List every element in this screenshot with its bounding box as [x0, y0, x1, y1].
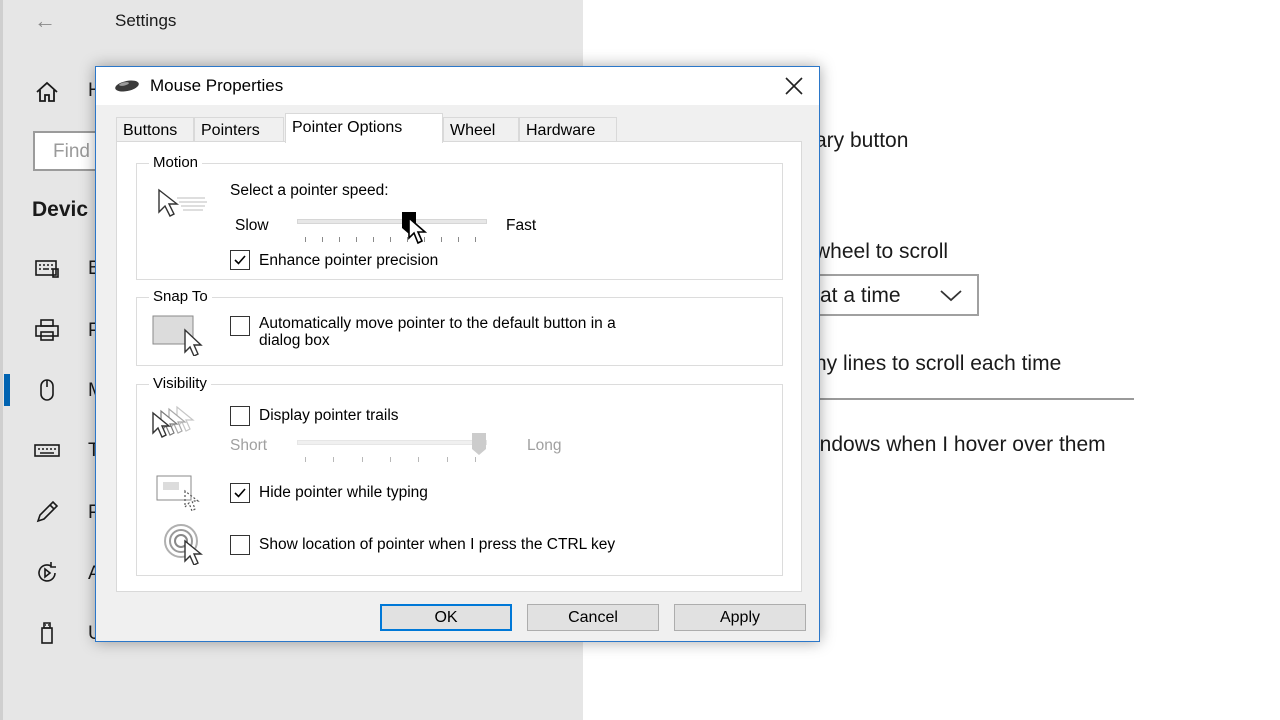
- slider-tick: [339, 237, 340, 242]
- hide-pointer-icon: [156, 475, 200, 512]
- tab-pointer-options[interactable]: Pointer Options: [285, 113, 443, 143]
- selected-item-indicator: [4, 374, 10, 406]
- long-label: Long: [527, 437, 562, 454]
- trail-length-ticks: [305, 457, 476, 463]
- slider-tick: [373, 237, 374, 242]
- printer-icon[interactable]: [30, 313, 64, 347]
- close-button[interactable]: [774, 71, 814, 101]
- slider-tick: [356, 237, 357, 242]
- visibility-group: Visibility Display pointer trails Short …: [136, 375, 783, 576]
- cancel-button[interactable]: Cancel: [527, 604, 659, 631]
- snap-to-group: Snap To Automatically move pointer to th…: [136, 288, 783, 366]
- pointer-speed-ticks: [305, 237, 476, 243]
- pointer-trails-label: Display pointer trails: [259, 407, 399, 424]
- motion-group-label: Motion: [149, 154, 203, 171]
- trail-length-track[interactable]: [297, 440, 487, 445]
- close-icon: [785, 77, 803, 95]
- slow-label: Slow: [235, 217, 269, 234]
- tab-hardware[interactable]: Hardware: [519, 117, 617, 142]
- pointer-trails-icon: [152, 405, 195, 438]
- show-location-checkbox[interactable]: [230, 535, 250, 555]
- mouse-cursor-icon: [408, 216, 428, 245]
- checkmark-icon: [234, 255, 246, 265]
- trail-length-slider-thumb[interactable]: [471, 432, 487, 456]
- enhance-precision-label: Enhance pointer precision: [259, 252, 439, 269]
- slider-tick: [333, 457, 335, 462]
- ok-button[interactable]: OK: [380, 604, 512, 631]
- snap-to-checkbox[interactable]: [230, 316, 250, 336]
- hide-while-typing-checkbox[interactable]: [230, 483, 250, 503]
- apply-button[interactable]: Apply: [674, 604, 806, 631]
- scroll-inactive-windows-label: indows when I hover over them: [815, 433, 1106, 456]
- lines-to-scroll-label: ny lines to scroll each time: [815, 352, 1062, 375]
- pointer-speed-track[interactable]: [297, 219, 487, 224]
- snap-to-group-label: Snap To: [149, 288, 212, 305]
- slider-tick: [458, 237, 459, 242]
- snap-to-label-line1: Automatically move pointer to the defaul…: [259, 315, 616, 332]
- slider-tick: [390, 457, 391, 462]
- fast-label: Fast: [506, 217, 537, 234]
- dialog-titlebar[interactable]: Mouse Properties: [96, 67, 819, 105]
- primary-button-label: ary button: [815, 129, 909, 152]
- chevron-down-icon: [940, 290, 962, 302]
- slider-tick: [322, 237, 323, 242]
- scroll-amount-value: at a time: [820, 284, 901, 307]
- pointer-trails-checkbox[interactable]: [230, 406, 250, 426]
- motion-group: Motion Select a pointer speed: Slow Fast…: [136, 154, 783, 280]
- slider-tick: [446, 457, 448, 462]
- slider-tick: [418, 457, 420, 462]
- enhance-precision-checkbox[interactable]: [230, 250, 250, 270]
- home-icon[interactable]: [30, 75, 64, 109]
- back-arrow-icon[interactable]: ←: [34, 8, 56, 34]
- dialog-title: Mouse Properties: [150, 76, 284, 95]
- pointer-speed-label: Select a pointer speed:: [230, 182, 389, 199]
- slider-tick: [361, 457, 363, 462]
- show-location-label: Show location of pointer when I press th…: [259, 536, 616, 553]
- slider-tick: [390, 237, 391, 242]
- devices-heading: Devic: [32, 198, 89, 221]
- bluetooth-devices-icon[interactable]: [30, 251, 64, 285]
- tab-buttons[interactable]: Buttons: [116, 117, 194, 142]
- pointer-speed-icon: [158, 188, 207, 217]
- visibility-group-label: Visibility: [149, 375, 211, 392]
- tab-wheel[interactable]: Wheel: [443, 117, 519, 142]
- usb-icon[interactable]: [30, 616, 64, 650]
- search-placeholder: Find: [53, 141, 90, 162]
- slider-tick: [441, 237, 442, 242]
- tab-pointers[interactable]: Pointers: [194, 117, 284, 142]
- window-edge: [0, 0, 3, 720]
- mouse-icon[interactable]: [30, 373, 64, 407]
- mouse-properties-dialog: Mouse Properties Buttons Pointers Pointe…: [95, 66, 820, 642]
- show-location-icon: [164, 524, 203, 565]
- short-label: Short: [230, 437, 268, 454]
- mouse-properties-icon: [115, 80, 139, 92]
- slider-tick: [475, 457, 476, 462]
- pointer-options-panel: Motion Select a pointer speed: Slow Fast…: [116, 141, 802, 592]
- slider-tick: [475, 237, 476, 242]
- checkmark-icon: [234, 488, 246, 498]
- roll-wheel-label: wheel to scroll: [815, 240, 949, 263]
- pen-icon[interactable]: [30, 495, 64, 529]
- lines-to-scroll-slider[interactable]: [790, 398, 1134, 400]
- settings-title: Settings: [115, 11, 177, 30]
- snap-to-button-icon: [152, 315, 203, 356]
- hide-while-typing-label: Hide pointer while typing: [259, 484, 428, 501]
- slider-tick: [305, 237, 306, 242]
- slider-tick: [305, 457, 306, 462]
- autoplay-icon[interactable]: [30, 556, 64, 590]
- snap-to-label-line2: dialog box: [259, 332, 330, 349]
- keyboard-icon[interactable]: [30, 433, 64, 467]
